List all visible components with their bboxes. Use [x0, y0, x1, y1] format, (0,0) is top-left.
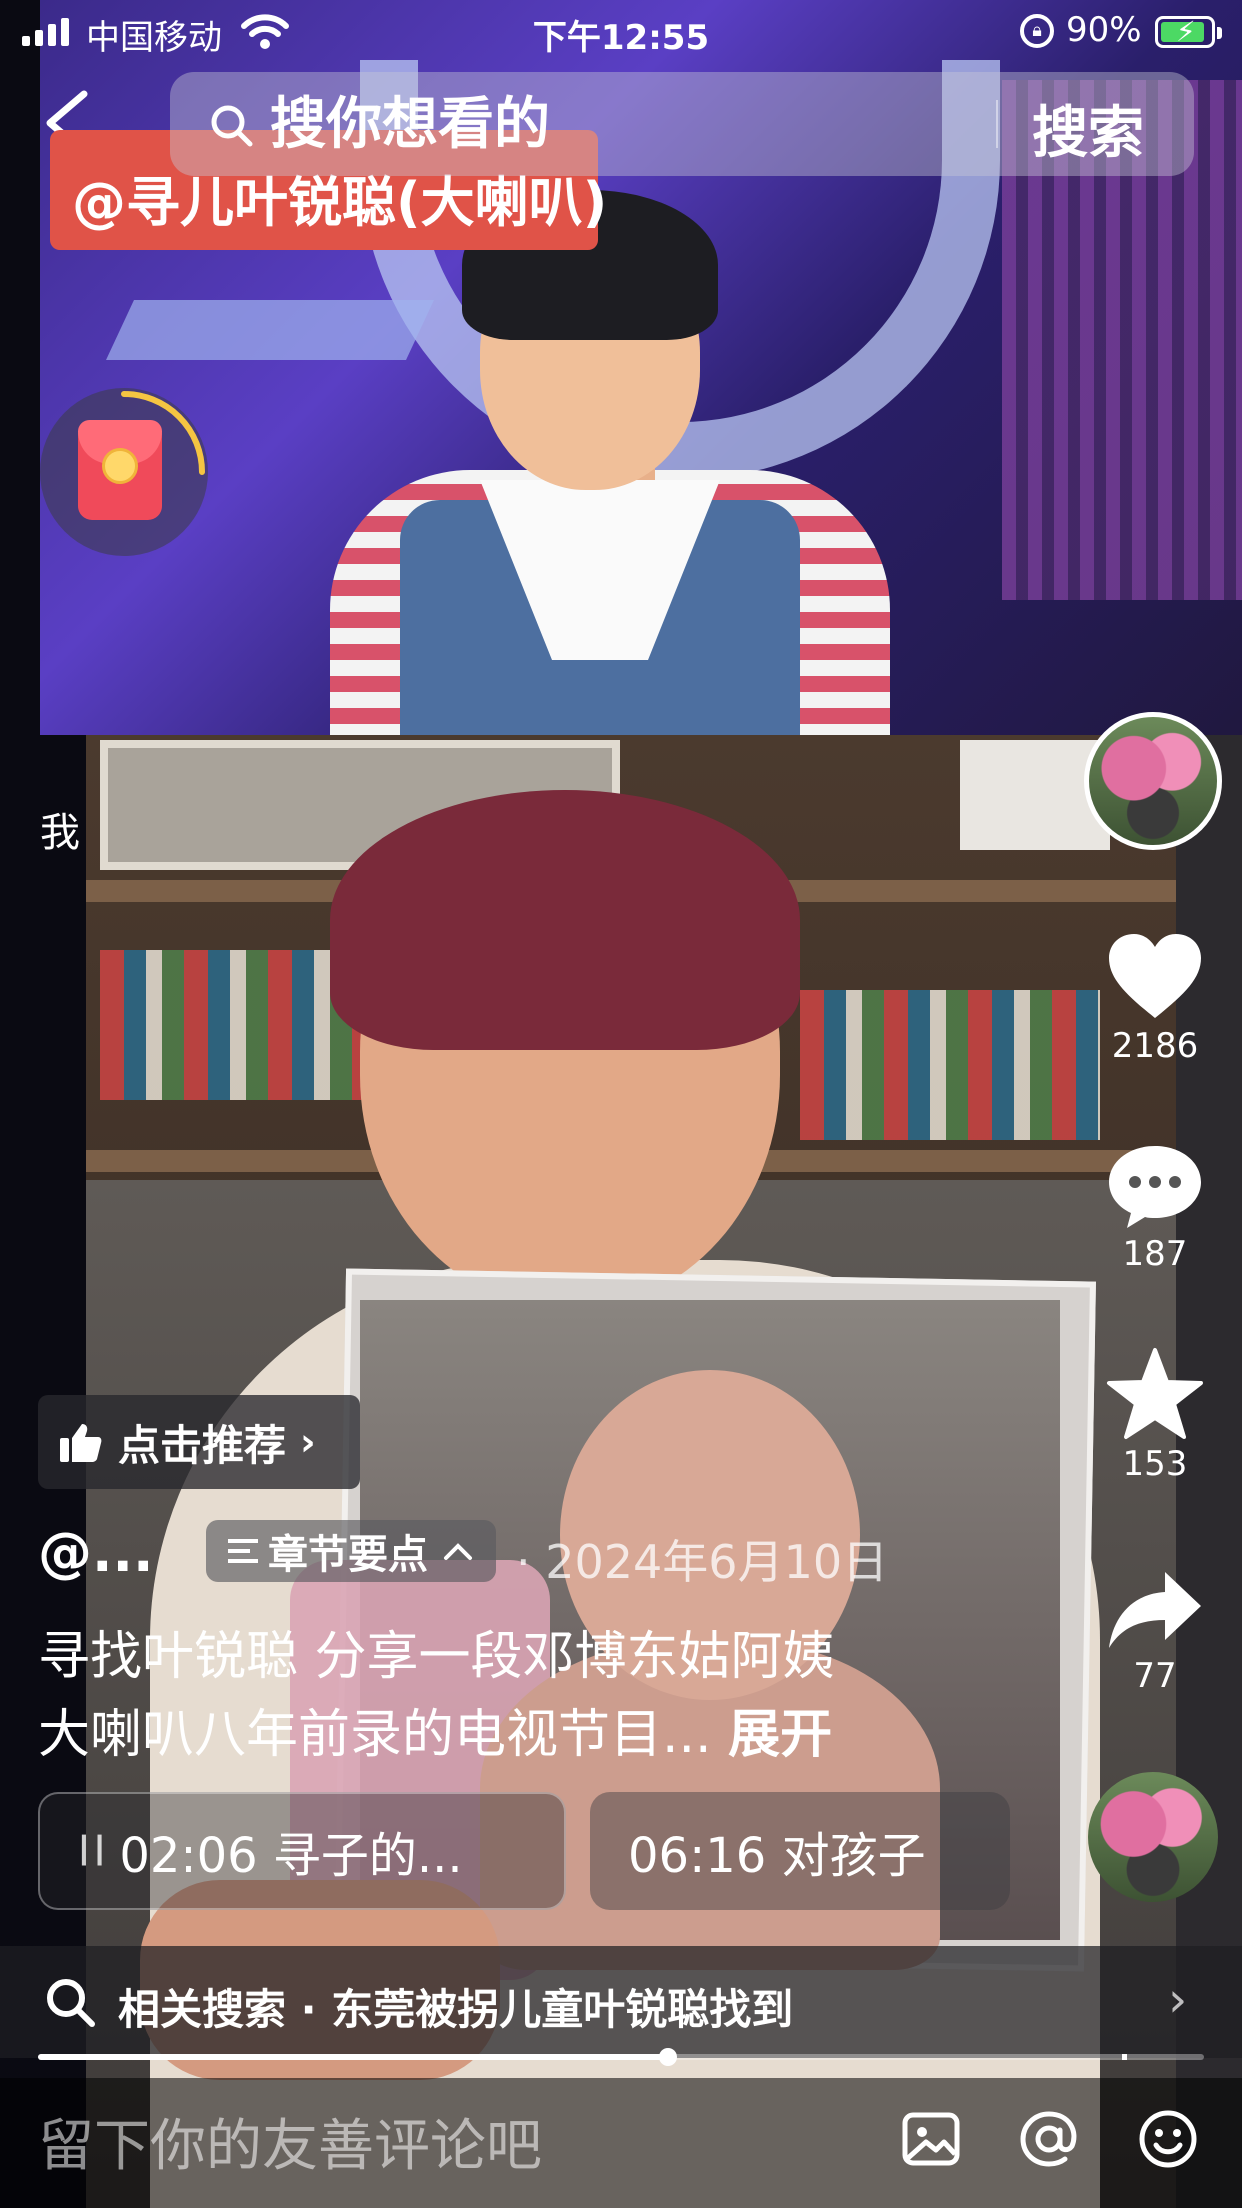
thumbs-up-icon: [60, 1424, 102, 1462]
chapter-label: 02:06 寻子的...: [119, 1828, 463, 1884]
stage-logo-bar: [106, 300, 434, 360]
search-bar[interactable]: 搜索: [170, 72, 1194, 176]
favorite-count: 153: [1122, 1444, 1188, 1484]
comment-count: 187: [1122, 1234, 1188, 1274]
search-icon: [47, 1979, 95, 2027]
chapter-toggle-label: 章节要点: [268, 1532, 428, 1578]
author-name[interactable]: @...: [38, 1521, 154, 1584]
books-row: [800, 990, 1100, 1140]
chevron-up-icon: [444, 1543, 472, 1560]
at-icon[interactable]: [1018, 2108, 1080, 2170]
chapter-label: 06:16 对孩子: [628, 1828, 926, 1884]
comment-button[interactable]: 187: [1090, 1140, 1220, 1274]
author-avatar[interactable]: [1084, 712, 1222, 850]
chapter-mark: [154, 2054, 160, 2060]
description-line-2: 大喇叭八年前录的电视节目... 展开: [38, 1705, 833, 1765]
description-line-1: 寻找叶锐聪 分享一段邓博东姑阿姨: [38, 1627, 835, 1687]
favorite-button[interactable]: 153: [1090, 1346, 1220, 1484]
like-button[interactable]: 2186: [1090, 930, 1220, 1066]
recommend-button[interactable]: 点击推荐 ›: [38, 1395, 360, 1489]
search-divider: [996, 100, 998, 148]
chapter-mark: [667, 2054, 673, 2060]
expand-link[interactable]: 展开: [728, 1705, 832, 1765]
post-meta-row: @... 章节要点 · 2024年6月10日: [38, 1520, 888, 1589]
related-search-bar[interactable]: 相关搜索 · 东莞被拐儿童叶锐聪找到 ›: [0, 1946, 1242, 2058]
status-bar: 中国移动 下午12:55 🔒︎ 90% ⚡︎: [0, 0, 1242, 62]
chapter-mark: [1122, 2054, 1128, 2060]
comment-input[interactable]: [38, 2106, 858, 2186]
woman-hair: [330, 790, 800, 1050]
rotation-lock-icon: 🔒︎: [1020, 14, 1054, 48]
chat-bubble-icon: [1109, 1146, 1201, 1228]
chevron-right-icon: ›: [300, 1420, 316, 1464]
music-disc-avatar[interactable]: [1088, 1772, 1218, 1902]
red-packet-widget[interactable]: [40, 388, 208, 556]
smiley-icon[interactable]: [1137, 2108, 1199, 2170]
video-progress-bar[interactable]: [38, 2048, 1204, 2066]
search-button[interactable]: 搜索: [1032, 88, 1144, 169]
image-icon[interactable]: [900, 2108, 962, 2170]
playing-indicator-icon: ┃┃: [76, 1836, 108, 1866]
chapter-item[interactable]: 06:16 对孩子: [590, 1792, 1010, 1910]
status-time: 下午12:55: [532, 18, 710, 58]
overlay-fragment-text: 我: [40, 810, 80, 856]
star-icon: [1107, 1348, 1203, 1439]
post-date: · 2024年6月10日: [516, 1535, 889, 1589]
related-search-label: 相关搜索 · 东莞被拐儿童叶锐聪找到: [118, 1985, 794, 2034]
battery-icon: ⚡︎: [1155, 15, 1222, 48]
chapter-item[interactable]: ┃┃ 02:06 寻子的...: [38, 1792, 566, 1910]
share-button[interactable]: 77: [1090, 1568, 1220, 1696]
list-icon: [228, 1539, 258, 1563]
share-count: 77: [1133, 1656, 1177, 1696]
like-count: 2186: [1111, 1026, 1199, 1066]
heart-icon: [1109, 934, 1201, 1018]
search-icon: [211, 105, 253, 147]
recommend-label: 点击推荐: [118, 1420, 287, 1470]
search-input[interactable]: [270, 86, 830, 162]
share-arrow-icon: [1109, 1572, 1201, 1648]
progress-played: [38, 2054, 668, 2060]
chevron-right-icon: ›: [1168, 1972, 1188, 2028]
battery-percent: 90%: [1066, 10, 1142, 50]
charging-bolt-icon: ⚡︎: [1176, 15, 1196, 48]
chapter-mark: [294, 2054, 300, 2060]
comment-bar: [0, 2078, 1242, 2208]
post-description[interactable]: 寻找叶锐聪 分享一段邓博东姑阿姨 大喇叭八年前录的电视节目... 展开: [38, 1618, 1038, 1774]
chapter-toggle-button[interactable]: 章节要点: [206, 1520, 496, 1582]
